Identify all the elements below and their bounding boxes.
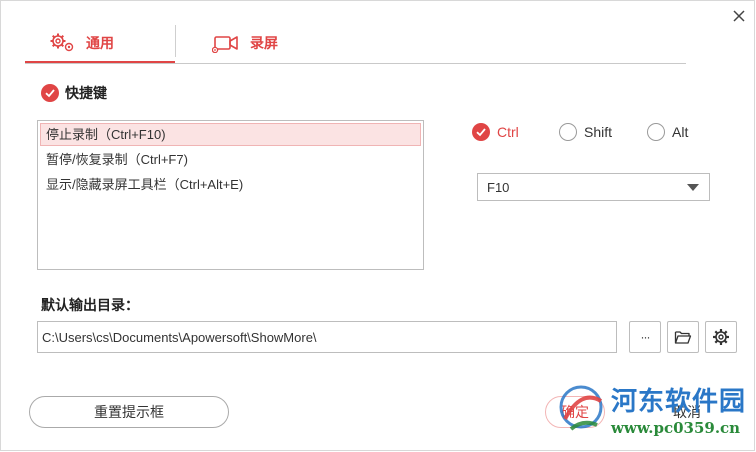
tab-general[interactable]: 通用 (50, 23, 114, 63)
output-path-input[interactable] (37, 321, 617, 353)
watermark: 河东软件园 www.pc0359.cn (553, 377, 753, 447)
tab-divider (175, 25, 176, 57)
tab-record[interactable]: 录屏 (212, 23, 278, 63)
shift-radio[interactable]: Shift (559, 123, 612, 141)
radio-circle-icon (647, 123, 665, 141)
settings-button[interactable] (705, 321, 737, 353)
checkmark-icon (472, 123, 490, 141)
key-select[interactable]: F10 (477, 173, 710, 201)
ctrl-label: Ctrl (497, 124, 519, 140)
reset-prompts-button[interactable]: 重置提示框 (29, 396, 229, 428)
gears-icon (50, 33, 74, 52)
ctrl-radio[interactable]: Ctrl (472, 123, 519, 141)
output-dir-label: 默认输出目录： (41, 297, 139, 313)
more-icon: ··· (640, 330, 651, 344)
radio-circle-icon (559, 123, 577, 141)
hotkey-list[interactable]: 停止录制（Ctrl+F10) 暂停/恢复录制（Ctrl+F7) 显示/隐藏录屏工… (37, 120, 424, 270)
list-item[interactable]: 停止录制（Ctrl+F10) (40, 123, 421, 146)
tab-active-indicator (25, 61, 175, 63)
gear-icon (713, 329, 729, 345)
settings-dialog: 通用 录屏 快捷键 停止录制（Ctrl+F10) 暂停/恢复录制（Ctrl+F7… (0, 0, 755, 451)
shortcut-toggle[interactable]: 快捷键 (41, 83, 107, 103)
shift-label: Shift (584, 124, 613, 140)
watermark-logo-icon (559, 385, 603, 431)
close-icon[interactable] (729, 6, 749, 26)
camera-icon (212, 36, 238, 53)
tab-general-label: 通用 (86, 35, 114, 51)
alt-radio[interactable]: Alt (647, 123, 688, 141)
key-select-value: F10 (487, 179, 510, 195)
tab-bar: 通用 录屏 (25, 23, 686, 64)
folder-icon (674, 331, 692, 344)
browse-more-button[interactable]: ··· (629, 321, 661, 353)
watermark-name: 河东软件园 (611, 387, 747, 417)
list-item[interactable]: 显示/隐藏录屏工具栏（Ctrl+Alt+E) (40, 173, 421, 196)
open-folder-button[interactable] (667, 321, 699, 353)
alt-label: Alt (672, 124, 689, 140)
tab-record-label: 录屏 (250, 35, 278, 51)
list-item[interactable]: 暂停/恢复录制（Ctrl+F7) (40, 148, 421, 171)
checkmark-icon (41, 84, 59, 102)
watermark-url: www.pc0359.cn (611, 419, 741, 437)
chevron-down-icon (687, 184, 699, 191)
shortcut-title: 快捷键 (65, 85, 107, 101)
